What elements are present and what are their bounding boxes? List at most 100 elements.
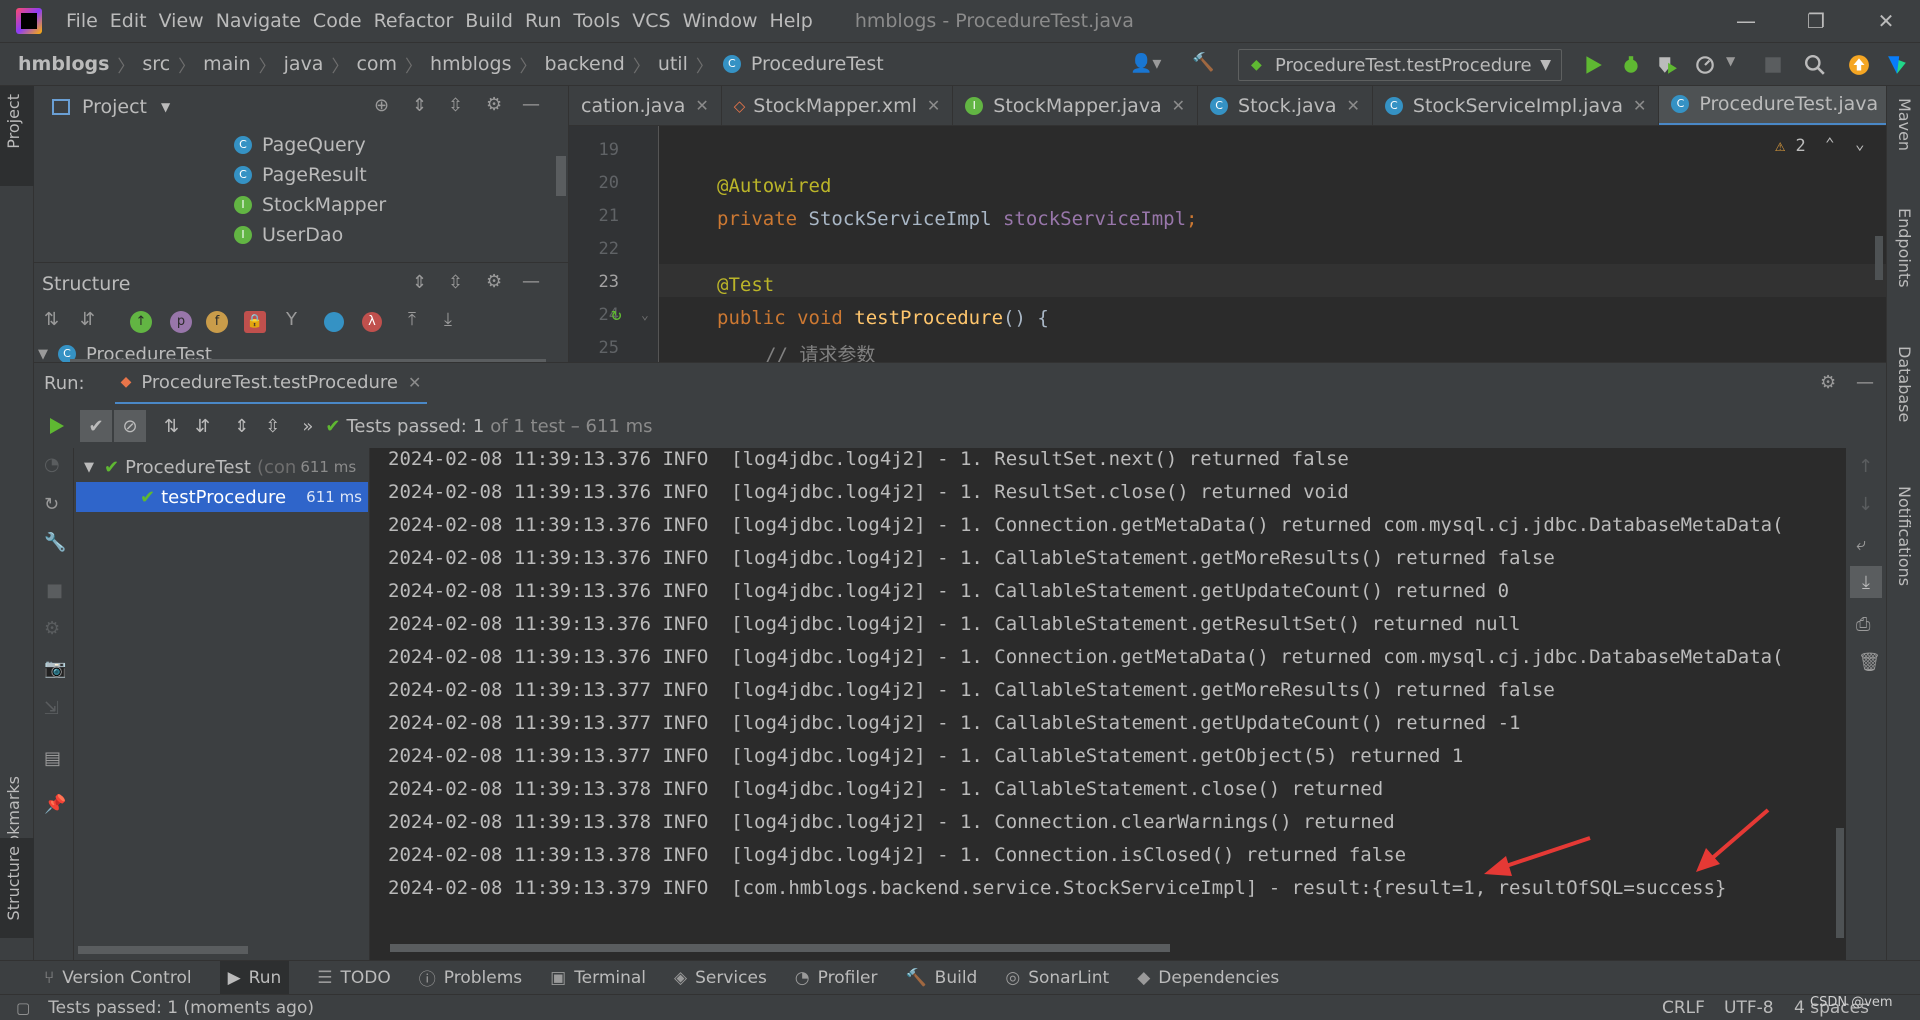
show-non-public-icon[interactable]: 🔒 — [244, 311, 266, 333]
test-suite-row[interactable]: ▼ ✔ ProcedureTest (con 611 ms — [84, 452, 370, 482]
breadcrumb-item[interactable]: util — [658, 53, 688, 75]
editor-tab[interactable]: cation.java ✕ — [569, 86, 722, 125]
maven-tool-tab[interactable]: Maven — [1895, 98, 1914, 151]
debug-icon[interactable] — [1620, 54, 1642, 76]
collapse-all-icon[interactable]: ⇳ — [265, 416, 280, 437]
toggle-tool-windows-icon[interactable]: ▢ — [16, 999, 30, 1017]
soft-wrap-icon[interactable]: ⤶ — [1856, 534, 1866, 555]
tool-tab-todo[interactable]: ☰ TODO — [317, 968, 391, 988]
autoscroll-from-source-icon[interactable]: ⤓ — [444, 309, 452, 330]
test-case-row[interactable]: ✔ testProcedure 611 ms — [76, 482, 368, 512]
restore-icon[interactable]: ❐ — [1786, 6, 1846, 36]
locate-icon[interactable]: ⊕ — [374, 95, 389, 116]
console-output[interactable]: 2024-02-08 11:39:13.376 INFO [log4jdbc.l… — [370, 448, 1846, 960]
close-icon[interactable]: ✕ — [695, 96, 708, 115]
project-panel-title[interactable]: Project — [82, 96, 147, 118]
tool-tab-profiler[interactable]: ◔ Profiler — [795, 968, 878, 988]
rerun-failed-icon[interactable]: ↻ — [44, 494, 59, 515]
autoscroll-to-source-icon[interactable]: ⤒ — [408, 309, 416, 330]
show-lambda-icon[interactable]: λ — [362, 312, 382, 332]
menu-edit[interactable]: Edit — [110, 10, 147, 32]
update-icon[interactable] — [1848, 54, 1870, 76]
database-tool-tab[interactable]: Database — [1895, 346, 1914, 422]
menu-tools[interactable]: Tools — [573, 10, 620, 32]
menu-build[interactable]: Build — [465, 10, 513, 32]
project-scrollbar[interactable] — [556, 156, 566, 196]
previous-highlight-icon[interactable]: ⌃ — [1825, 134, 1835, 153]
tool-tab-version-control[interactable]: ⑂ Version Control — [44, 968, 192, 988]
up-arrow-icon[interactable]: ↑ — [1858, 456, 1873, 477]
show-passed-toggle[interactable]: ✔ — [80, 410, 112, 442]
editor-tab-active[interactable]: CProcedureTest.java✕ — [1659, 86, 1886, 125]
show-ignored-toggle[interactable]: ⊘ — [114, 410, 146, 442]
menu-file[interactable]: File — [66, 10, 98, 32]
sort-alpha-icon[interactable]: ⇵ — [80, 309, 95, 330]
breadcrumb-item[interactable]: java — [284, 53, 324, 75]
more-actions-icon[interactable]: » — [302, 416, 313, 437]
menu-window[interactable]: Window — [683, 10, 758, 32]
editor-tab[interactable]: C Stock.java ✕ — [1198, 86, 1373, 125]
print-icon[interactable]: ⎙ — [1856, 614, 1870, 635]
rerun-icon[interactable] — [46, 416, 66, 436]
console-vscrollbar[interactable] — [1836, 828, 1844, 938]
status-message[interactable]: Tests passed: 1 (moments ago) — [48, 998, 314, 1018]
editor-tab[interactable]: C StockServiceImpl.java ✕ — [1373, 86, 1660, 125]
minimize-icon[interactable]: — — [1716, 6, 1776, 36]
tree-item[interactable]: I StockMapper — [234, 190, 386, 220]
gear-icon[interactable]: ⚙ — [486, 94, 502, 115]
console-hscrollbar[interactable] — [390, 944, 1170, 952]
tree-item[interactable]: C PageQuery — [234, 130, 366, 160]
menu-refactor[interactable]: Refactor — [374, 10, 454, 32]
collapse-all-icon[interactable]: ⇳ — [448, 95, 463, 116]
pin-icon[interactable]: 📌 — [44, 794, 66, 815]
gear-icon[interactable]: ⚙ — [1820, 372, 1836, 393]
build-hammer-icon[interactable]: 🔨 — [1192, 52, 1214, 73]
structure-tool-tab[interactable]: Structure — [4, 846, 23, 920]
run-configuration-select[interactable]: ◆ ProcedureTest.testProcedure ▼ — [1238, 49, 1562, 81]
close-window-icon[interactable]: ✕ — [1856, 6, 1916, 36]
fold-icon[interactable]: ⌄ — [641, 308, 649, 323]
tool-tab-services[interactable]: ◈ Services — [674, 968, 767, 988]
next-highlight-icon[interactable]: ⌄ — [1855, 134, 1865, 153]
jetbrains-logo-icon[interactable] — [1886, 54, 1908, 76]
breadcrumb-item[interactable]: main — [203, 53, 250, 75]
menu-vcs[interactable]: VCS — [632, 10, 670, 32]
chevron-down-icon[interactable]: ▼ — [84, 460, 94, 475]
profile-icon[interactable] — [1694, 54, 1716, 76]
stop-icon[interactable] — [1762, 54, 1784, 76]
breadcrumb-item[interactable]: src — [142, 53, 170, 75]
tree-item[interactable]: I UserDao — [234, 220, 343, 250]
camera-icon[interactable]: 📷 — [44, 658, 66, 679]
tree-hscrollbar[interactable] — [78, 946, 248, 954]
file-encoding[interactable]: UTF-8 — [1724, 998, 1774, 1018]
code-editor[interactable]: 19 20 21 22 23 24 25 ↻ ⌄ @Autowired priv… — [569, 126, 1886, 362]
editor-tab[interactable]: I StockMapper.java ✕ — [953, 86, 1199, 125]
show-properties-icon[interactable]: p — [170, 311, 192, 333]
close-icon[interactable]: ✕ — [408, 373, 421, 392]
stop-icon[interactable]: ■ — [46, 580, 63, 601]
menu-code[interactable]: Code — [313, 10, 362, 32]
expand-all-icon[interactable]: ⇕ — [234, 416, 249, 437]
import-icon[interactable]: ⇲ — [44, 698, 59, 719]
show-lambdas-icon[interactable]: Y — [286, 309, 297, 330]
gear-icon[interactable]: ⚙ — [486, 271, 502, 292]
show-inherited-icon[interactable]: ↑ — [130, 311, 152, 333]
close-icon[interactable]: ✕ — [1172, 96, 1185, 115]
breadcrumb-item[interactable]: hmblogs — [430, 53, 511, 75]
endpoints-tool-tab[interactable]: Endpoints — [1895, 208, 1914, 288]
breadcrumb-item[interactable]: com — [356, 53, 397, 75]
tool-tab-dependencies[interactable]: ◆ Dependencies — [1137, 968, 1279, 988]
sort-visibility-icon[interactable]: ⇅ — [44, 309, 59, 330]
run-icon[interactable] — [1582, 54, 1604, 76]
sort-alpha-icon[interactable]: ⇅ — [164, 416, 179, 437]
line-separator[interactable]: CRLF — [1662, 998, 1705, 1018]
tool-tab-run[interactable]: ▶ Run — [219, 960, 290, 995]
hide-panel-icon[interactable]: — — [522, 94, 540, 115]
chevron-down-icon[interactable]: ▼ — [1726, 54, 1735, 68]
breadcrumb-item[interactable]: hmblogs — [18, 53, 109, 75]
show-anonymous-icon[interactable] — [324, 312, 344, 332]
layout-icon[interactable]: ▤ — [44, 748, 61, 769]
history-icon[interactable]: ◔ — [44, 454, 60, 475]
tool-tab-terminal[interactable]: ▣ Terminal — [550, 968, 646, 988]
wrench-icon[interactable]: 🔧 — [44, 532, 66, 553]
